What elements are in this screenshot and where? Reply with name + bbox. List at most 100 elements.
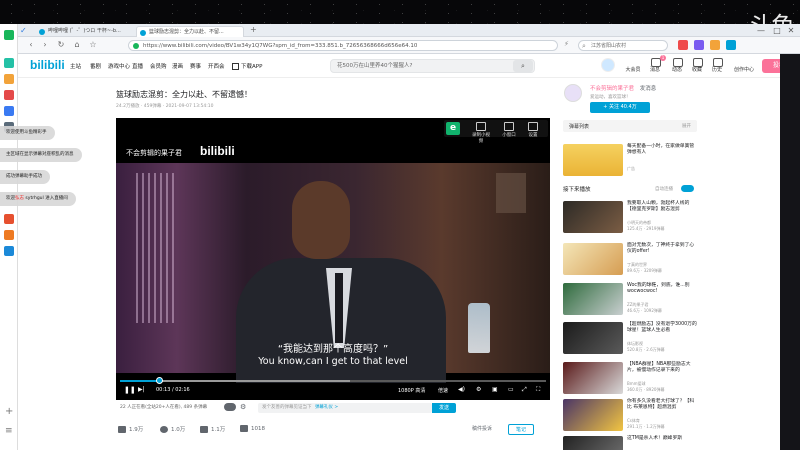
nav-main[interactable]: 主站	[70, 62, 81, 70]
autoplay-toggle[interactable]	[681, 185, 694, 192]
browser-logo-icon[interactable]	[4, 30, 14, 40]
browser-e-icon[interactable]: e	[446, 122, 460, 135]
note-button[interactable]: 笔记	[508, 424, 534, 435]
history-icon	[713, 58, 723, 67]
user-avatar[interactable]	[601, 58, 615, 72]
app-icon[interactable]	[4, 74, 14, 84]
minimize-button[interactable]: —	[754, 25, 768, 36]
next-icon[interactable]: ▶|	[138, 386, 145, 393]
refresh-icon[interactable]: ↻	[56, 40, 66, 50]
report-link[interactable]: 稿件投诉	[472, 425, 492, 432]
header-creator-center[interactable]: 创作中心	[730, 66, 758, 73]
coin-button[interactable]: 1.0万	[160, 425, 185, 433]
app-icon[interactable]	[4, 90, 14, 100]
extension-icon[interactable]	[710, 40, 720, 50]
favorite-button[interactable]: 1.1万	[200, 425, 225, 433]
maximize-button[interactable]: □	[770, 25, 784, 36]
browser-menu-icon[interactable]: ✓	[20, 26, 30, 35]
uploader-name[interactable]: 不会剪辑的果子君 发消息	[590, 84, 656, 92]
app-icon[interactable]	[4, 246, 14, 256]
app-icon[interactable]	[4, 214, 14, 224]
recommended-video[interactable]: Woc我的球鞋，到底，谁...别wocwocwoc! ZZ的果子君 46.6万 …	[563, 283, 697, 315]
danmaku-list-panel[interactable]: 弹幕列表 展开	[563, 120, 697, 132]
settings-icon[interactable]: ⚙	[476, 386, 481, 393]
pip-icon[interactable]: ▣	[492, 386, 498, 393]
tab-video[interactable]: 篮球励志混剪：全力以赴、不留...	[136, 26, 244, 37]
site-search-input[interactable]: 花500万在山里养40个猩猩人?	[330, 59, 535, 73]
menu-icon[interactable]: ≡	[5, 426, 13, 436]
site-header: bilibili 主站 番剧 游戏中心 直播 会员购 漫画 赛事 开西会 下载A…	[18, 54, 800, 78]
header-favorites[interactable]: 收藏	[686, 58, 708, 73]
fullscreen-icon[interactable]: ⛶	[536, 386, 540, 394]
back-icon[interactable]: ‹	[26, 40, 36, 50]
record-clip-button[interactable]: 录制小视频	[470, 122, 492, 144]
video-stats: 291.1万 · 1.2万弹幕	[627, 424, 665, 429]
nav-anime[interactable]: 番剧	[90, 62, 101, 70]
nav-manga[interactable]: 漫画	[172, 62, 183, 70]
recommended-video[interactable]: 【NBA群星】NBA那些励志大片，被慢动作记录下来的 Bmm爱球 360.0万 …	[563, 362, 697, 394]
nav-download-app[interactable]: 下载APP	[232, 62, 262, 70]
recommended-video[interactable]: 你有多久没看老大打球了？【科比 布莱恩特】超燃混剪 Cs体育 291.1万 · …	[563, 399, 697, 431]
recommended-video[interactable]: 面对无数次，丁神终于拿到了心仪的offer! 丁真的世界 89.6万 · 320…	[563, 243, 697, 275]
web-fullscreen-icon[interactable]: ⤢	[522, 386, 527, 394]
recommended-video[interactable]: 【超燃励志】没有退学3000万的球星！篮球人生必看 体坛影视 520.8万 · …	[563, 322, 697, 354]
app-icon[interactable]	[4, 230, 14, 240]
app-icon[interactable]	[4, 58, 14, 68]
header-dynamics[interactable]: 动态	[666, 58, 688, 73]
system-sidebar: + ≡	[0, 24, 18, 450]
nav-live[interactable]: 直播	[132, 62, 143, 70]
mini-window-button[interactable]: 小窗口	[498, 122, 520, 138]
nav-shop[interactable]: 会员购	[150, 62, 167, 70]
browser-tab-bar: ✓ 哔哩哔哩 (゜-゜)つロ 干杯~-b... 篮球励志混剪：全力以赴、不留..…	[18, 24, 800, 37]
add-icon[interactable]: +	[5, 406, 13, 417]
header-messages[interactable]: 消息 1	[644, 55, 666, 73]
browser-search-input[interactable]: ⌕ 江苏省阳山农村	[578, 40, 668, 51]
danmaku-settings-icon[interactable]: ⚙	[240, 403, 246, 411]
tab-bilibili-home[interactable]: 哔哩哔哩 (゜-゜)つロ 干杯~-b...	[36, 26, 144, 37]
home-icon[interactable]: ⌂	[72, 40, 82, 50]
search-icon[interactable]: ⌕	[513, 60, 533, 72]
video-player[interactable]: 不会剪辑的果子君 bilibili “我能达到那个高度吗？” You know,…	[116, 118, 550, 400]
nav-event[interactable]: 开西会	[208, 62, 225, 70]
share-button[interactable]: 1018	[240, 425, 265, 432]
extension-icon[interactable]: ⚡	[564, 40, 569, 48]
forward-icon[interactable]: ›	[40, 40, 50, 50]
header-vip[interactable]: 大会员	[622, 66, 644, 73]
extension-icon[interactable]	[694, 40, 704, 50]
speed-selector[interactable]: 倍速	[438, 387, 448, 394]
nav-esports[interactable]: 赛事	[190, 62, 201, 70]
send-message-link[interactable]: 发消息	[640, 86, 657, 92]
overlay-settings-button[interactable]: 设置	[522, 122, 544, 138]
star-bookmark-icon[interactable]: ☆	[88, 40, 98, 50]
quality-selector[interactable]: 1080P 高清	[398, 387, 425, 394]
volume-icon[interactable]: ◀)	[458, 386, 465, 393]
pause-icon[interactable]: ❚❚	[124, 386, 136, 394]
extension-icon[interactable]	[726, 40, 736, 50]
extension-icon[interactable]	[678, 40, 688, 50]
recommended-video[interactable]: 我要取人山颗，勃起杯人线的【德里克罗斯】励志混剪 小明天的帝都 125.4万 ·…	[563, 201, 697, 233]
close-window-button[interactable]: ✕	[784, 25, 798, 36]
app-icon[interactable]	[4, 106, 14, 116]
bilibili-logo[interactable]: bilibili	[30, 58, 65, 72]
recommended-video[interactable]: 这TM是杀人术！巅峰罗斯	[563, 436, 697, 450]
ad-tag: 广告	[627, 166, 635, 171]
send-danmaku-button[interactable]: 发送	[432, 403, 456, 413]
url-input[interactable]: https://www.bilibili.com/video/BV1w34y1Q…	[128, 40, 558, 51]
new-tab-button[interactable]: +	[250, 25, 257, 34]
danmaku-toggle[interactable]	[224, 403, 236, 411]
widescreen-icon[interactable]: ▭	[508, 386, 514, 393]
nav-games[interactable]: 游戏中心	[108, 62, 130, 70]
expand-link[interactable]: 展开	[682, 123, 691, 129]
danmaku-etiquette-link[interactable]: 弹幕礼仪 >	[315, 405, 338, 410]
speaker-head	[292, 181, 350, 259]
bilibili-favicon-icon	[140, 30, 146, 36]
progress-fill	[120, 380, 160, 382]
follow-button[interactable]: + 关注 40.4万	[590, 102, 650, 113]
ad-card[interactable]: 每天配备一小时，在家做单簧管弹想有人 广告	[563, 144, 697, 176]
like-button[interactable]: 1.9万	[118, 425, 143, 433]
danmaku-bar: 22 人正在看(全站20+人在看), 489 条弹幕 ⚙ 发个友善的弹幕见证当下…	[116, 401, 550, 415]
header-history[interactable]: 历史	[706, 58, 728, 73]
browser-address-bar: ‹ › ↻ ⌂ ☆ https://www.bilibili.com/video…	[18, 37, 800, 54]
uploader-avatar[interactable]	[564, 84, 582, 102]
danmaku-input[interactable]: 发个友善的弹幕见证当下 弹幕礼仪 >	[258, 403, 432, 413]
